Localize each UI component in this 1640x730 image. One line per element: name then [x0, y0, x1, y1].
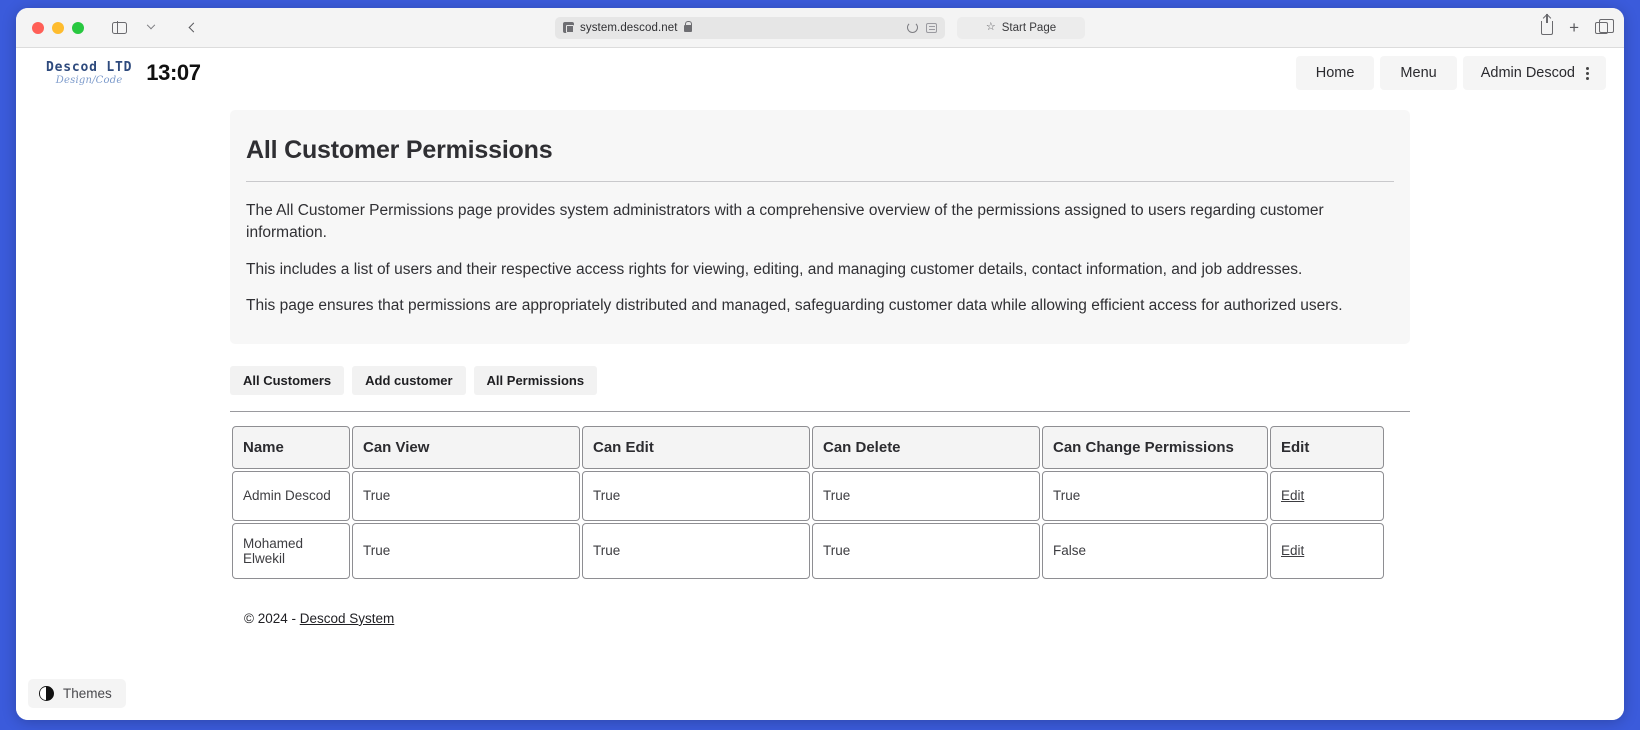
column-header-name: Name: [232, 425, 350, 469]
cell-name: Mohamed Elwekil: [232, 522, 350, 579]
permissions-table: Name Can View Can Edit Can Delete Can Ch…: [230, 424, 1386, 581]
maximize-window-button[interactable]: [72, 21, 84, 34]
cell-can-view: True: [352, 522, 580, 579]
column-header-can-edit: Can Edit: [582, 425, 810, 469]
nav-item-user[interactable]: Admin Descod: [1462, 56, 1606, 90]
new-tab-icon[interactable]: +: [1569, 19, 1579, 36]
close-window-button[interactable]: [32, 21, 44, 34]
column-header-can-view: Can View: [352, 425, 580, 469]
footer-link[interactable]: Descod System: [300, 611, 395, 626]
clock-display: 13:07: [146, 60, 201, 85]
logo-title: Descod LTD: [46, 59, 133, 75]
page-content: All Customer Permissions The All Custome…: [230, 98, 1410, 626]
cell-can-change-permissions: False: [1042, 522, 1268, 579]
all-permissions-button[interactable]: All Permissions: [473, 365, 598, 395]
window-traffic-lights: [32, 21, 84, 34]
table-header-row: Name Can View Can Edit Can Delete Can Ch…: [232, 425, 1384, 469]
site-navbar: Descod LTD Design/Code 13:07 Home Menu A…: [16, 48, 1624, 98]
address-bar[interactable]: system.descod.net: [555, 16, 945, 39]
cell-edit-action: Edit: [1270, 522, 1384, 579]
cell-can-edit: True: [582, 470, 810, 521]
nav-item-menu[interactable]: Menu: [1380, 56, 1457, 90]
sidebar-toggle-button[interactable]: [106, 16, 132, 40]
cell-can-edit: True: [582, 522, 810, 579]
nav-item-home[interactable]: Home: [1295, 56, 1375, 90]
edit-link[interactable]: Edit: [1281, 543, 1304, 558]
address-bar-actions: [907, 22, 937, 33]
edit-link[interactable]: Edit: [1281, 488, 1304, 503]
navbar-links: Home Menu Admin Descod: [1295, 56, 1606, 90]
brand-block: Descod LTD Design/Code 13:07: [46, 60, 201, 86]
cell-can-delete: True: [812, 522, 1040, 579]
action-button-row: All Customers Add customer All Permissio…: [230, 365, 1410, 395]
kebab-menu-icon[interactable]: [1586, 66, 1589, 80]
nav-user-label: Admin Descod: [1480, 65, 1575, 81]
table-divider: [230, 410, 1410, 412]
browser-toolbar: system.descod.net ☆ Start Page +: [16, 8, 1624, 48]
start-page-label: Start Page: [1001, 21, 1057, 34]
table-row: Mohamed Elwekil True True True False Edi…: [232, 522, 1384, 579]
table-head: Name Can View Can Edit Can Delete Can Ch…: [232, 425, 1384, 469]
back-chevron-icon: [188, 22, 198, 33]
cell-can-view: True: [352, 470, 580, 521]
star-icon: ☆: [985, 21, 996, 33]
back-button[interactable]: [180, 16, 206, 40]
contrast-icon: [39, 686, 54, 701]
share-icon[interactable]: [1541, 13, 1554, 35]
description-paragraph-3: This page ensures that permissions are a…: [246, 297, 1343, 315]
privacy-shield-icon[interactable]: [563, 22, 574, 33]
add-customer-button[interactable]: Add customer: [352, 365, 466, 395]
cell-can-change-permissions: True: [1042, 470, 1268, 521]
lock-icon: [683, 21, 692, 32]
description-card: All Customer Permissions The All Custome…: [230, 110, 1410, 344]
toolbar-right-icons: +: [1541, 13, 1614, 36]
site-footer: © 2024 - Descod System: [230, 611, 1410, 626]
themes-button[interactable]: Themes: [28, 679, 126, 708]
start-page-tab[interactable]: ☆ Start Page: [957, 16, 1085, 39]
tab-overview-icon[interactable]: [1595, 18, 1614, 34]
all-customers-button[interactable]: All Customers: [230, 365, 345, 395]
toolbar-left-icons: [106, 16, 206, 40]
description-paragraph-2: This includes a list of users and their …: [246, 260, 1303, 278]
sidebar-icon: [111, 21, 127, 34]
reader-view-icon[interactable]: [926, 22, 937, 33]
sidebar-dropdown-button[interactable]: [138, 16, 164, 40]
page-title: All Customer Permissions: [246, 136, 553, 164]
address-bar-area: system.descod.net ☆ Start Page: [555, 16, 1085, 39]
table-body: Admin Descod True True True True Edit Mo…: [232, 470, 1384, 579]
copyright-text: © 2024 -: [244, 610, 300, 626]
table-row: Admin Descod True True True True Edit: [232, 470, 1384, 521]
browser-window: system.descod.net ☆ Start Page + Descod …: [16, 8, 1624, 720]
column-header-edit: Edit: [1270, 425, 1384, 469]
cell-name: Admin Descod: [232, 470, 350, 521]
chevron-down-icon: [146, 20, 156, 29]
description-paragraph-1: The All Customer Permissions page provid…: [246, 202, 1324, 242]
cell-edit-action: Edit: [1270, 470, 1384, 521]
title-divider: [246, 181, 1394, 182]
themes-label: Themes: [63, 686, 112, 701]
page-viewport: Descod LTD Design/Code 13:07 Home Menu A…: [16, 48, 1624, 720]
minimize-window-button[interactable]: [52, 21, 64, 34]
column-header-can-change-permissions: Can Change Permissions: [1042, 425, 1268, 469]
cell-can-delete: True: [812, 470, 1040, 521]
column-header-can-delete: Can Delete: [812, 425, 1040, 469]
url-text: system.descod.net: [580, 21, 678, 34]
reload-icon[interactable]: [907, 22, 918, 33]
logo-subtitle: Design/Code: [55, 74, 123, 86]
site-logo[interactable]: Descod LTD Design/Code: [46, 61, 132, 86]
